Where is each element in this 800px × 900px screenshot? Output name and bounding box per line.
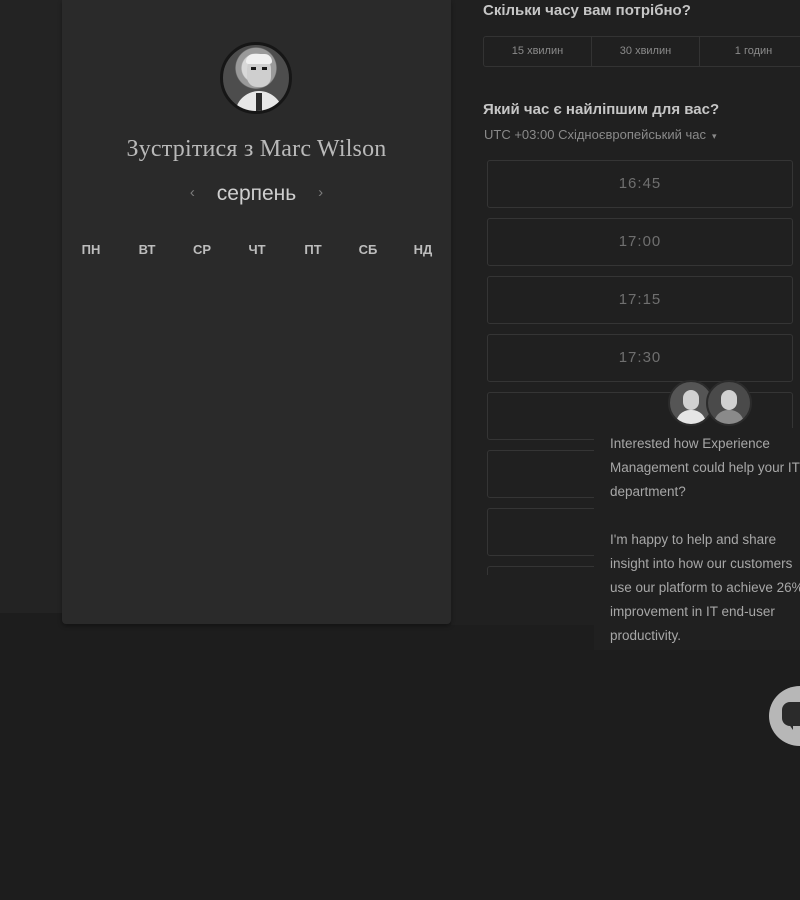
weekday-thu: ЧТ (248, 242, 266, 257)
weekday-fri: ПТ (304, 242, 322, 257)
weekday-sun: НД (413, 242, 433, 257)
duration-option-30[interactable]: 30 хвилин (592, 37, 700, 66)
profile-card: Зустрітися з Marc Wilson ‹ серпень › ПН … (62, 0, 451, 624)
agent-avatar-shoulders (676, 410, 706, 424)
time-slot[interactable]: 16:45 (487, 160, 793, 208)
chat-bubble-tail (786, 720, 793, 730)
time-slot[interactable]: 17:30 (487, 334, 793, 382)
duration-question: Скільки часу вам потрібно? (483, 2, 691, 19)
chat-message: Interested how Experience Management cou… (610, 436, 800, 643)
duration-option-60[interactable]: 1 годин (700, 37, 800, 66)
weekday-wed: СР (192, 242, 212, 257)
duration-option-15[interactable]: 15 хвилин (484, 37, 592, 66)
caret-down-icon: ▾ (711, 131, 717, 141)
host-avatar (220, 42, 292, 114)
agent-avatar-icon (706, 380, 752, 426)
chevron-left-icon[interactable]: ‹ (190, 184, 195, 201)
chat-popup[interactable]: Interested how Experience Management cou… (594, 428, 800, 650)
weekday-mon: ПН (81, 242, 101, 257)
timezone-select[interactable]: UTC +03:00 Східноєвропейський час ▾ (484, 127, 717, 142)
time-slot-partial (487, 566, 594, 575)
avatar-hair (246, 54, 272, 64)
agent-avatar-shoulders (714, 410, 744, 424)
weekday-header: ПН ВТ СР ЧТ ПТ СБ НД (62, 242, 451, 262)
weekday-sat: СБ (358, 242, 378, 257)
agent-avatar-face (721, 390, 737, 410)
time-slot[interactable]: 17:00 (487, 218, 793, 266)
time-question: Який час є найліпшим для вас? (483, 101, 720, 118)
duration-selector: 15 хвилин 30 хвилин 1 годин (483, 36, 800, 67)
agent-avatar-face (683, 390, 699, 410)
month-label: серпень (216, 182, 297, 205)
chat-launcher-button[interactable] (769, 686, 800, 746)
meeting-title: Зустрітися з Marc Wilson (126, 136, 387, 162)
chat-agent-avatars (668, 380, 754, 430)
timezone-label: UTC +03:00 Східноєвропейський час (484, 127, 706, 142)
chevron-right-icon[interactable]: › (318, 184, 323, 201)
weekday-tue: ВТ (138, 242, 156, 257)
time-slot[interactable]: 17:15 (487, 276, 793, 324)
avatar-eyes (251, 67, 267, 70)
month-navigation: ‹ серпень › (62, 182, 451, 206)
avatar-tie (256, 93, 262, 111)
